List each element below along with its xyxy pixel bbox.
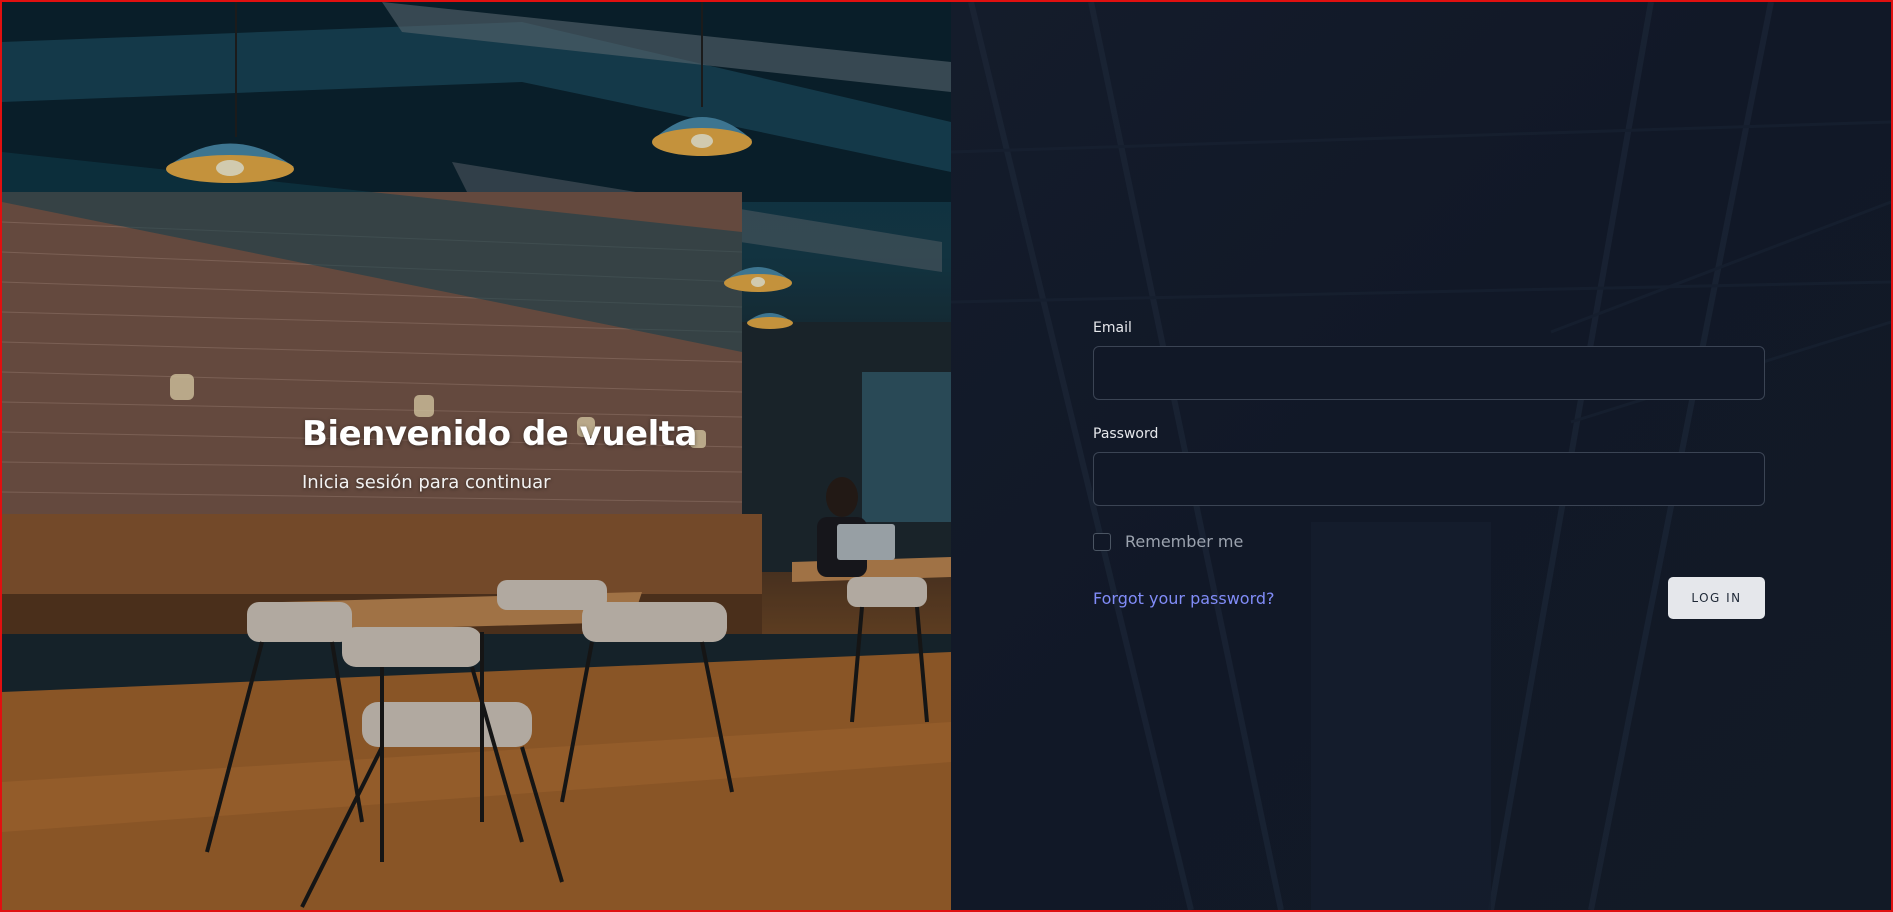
hero-subtitle: Inicia sesión para continuar: [302, 472, 551, 493]
hero-text: Bienvenido de vuelta Inicia sesión para …: [302, 414, 862, 493]
hero-title: Bienvenido de vuelta: [302, 414, 697, 454]
hero-panel: Bienvenido de vuelta Inicia sesión para …: [2, 2, 951, 910]
login-actions-row: Forgot your password? LOG IN: [1093, 577, 1765, 619]
login-form: Email Password Remember me Forgot your p…: [1093, 320, 1765, 619]
app-frame: Bienvenido de vuelta Inicia sesión para …: [0, 0, 1893, 912]
remember-me-checkbox[interactable]: [1093, 532, 1111, 551]
login-panel: Email Password Remember me Forgot your p…: [951, 2, 1891, 910]
password-label: Password: [1093, 426, 1159, 442]
password-field-group: Password: [1093, 426, 1765, 506]
remember-me-row: Remember me: [1093, 532, 1765, 551]
email-label: Email: [1093, 320, 1132, 336]
email-input[interactable]: [1093, 346, 1765, 400]
log-in-button[interactable]: LOG IN: [1668, 577, 1765, 619]
password-input[interactable]: [1093, 452, 1765, 506]
forgot-password-link[interactable]: Forgot your password?: [1093, 589, 1275, 608]
remember-me-label[interactable]: Remember me: [1125, 532, 1243, 551]
email-field-group: Email: [1093, 320, 1765, 400]
